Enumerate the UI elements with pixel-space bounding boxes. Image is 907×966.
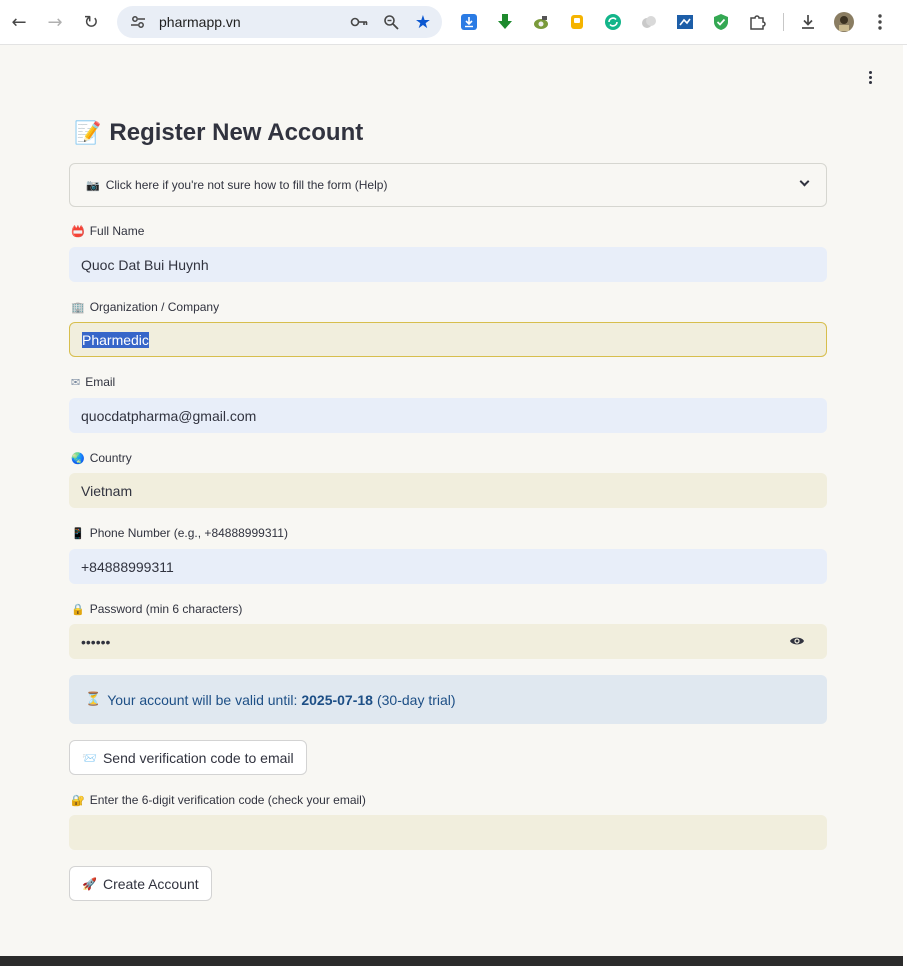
phone-value: +84888999311 <box>81 558 174 575</box>
email-input[interactable]: quocdatpharma@gmail.com <box>69 398 827 433</box>
key-icon[interactable] <box>350 13 368 31</box>
send-code-label: Send verification code to email <box>102 749 294 766</box>
email-value: quocdatpharma@gmail.com <box>81 407 257 424</box>
app-page: 📝 Register New Account 📷 Click here if y… <box>0 45 903 956</box>
email-label-text: Email <box>85 375 116 389</box>
phone-label: 📱 Phone Number (e.g., +84888999311) <box>71 526 288 540</box>
full-name-input[interactable]: Quoc Dat Bui Huynh <box>69 247 827 282</box>
site-settings-icon[interactable] <box>129 13 147 31</box>
app-menu-icon[interactable] <box>861 68 879 86</box>
lock-icon: 🔒 <box>71 602 85 616</box>
forward-icon[interactable]: → <box>37 4 73 40</box>
verification-code-input[interactable] <box>69 815 827 850</box>
zoom-icon[interactable] <box>382 13 400 31</box>
country-label: 🌏 Country <box>71 451 132 465</box>
send-verification-code-button[interactable]: 📨 Send verification code to email <box>69 740 307 775</box>
address-bar[interactable]: pharmapp.vn ★ <box>117 6 442 38</box>
camera-extension-icon[interactable] <box>529 10 553 34</box>
page-title-text: Register New Account <box>109 119 364 146</box>
taskbar-strip <box>0 956 903 966</box>
globe-icon: 🌏 <box>71 451 85 465</box>
phone-input[interactable]: +84888999311 <box>69 549 827 584</box>
password-label-text: Password (min 6 characters) <box>89 602 243 616</box>
country-value: Vietnam <box>81 482 133 499</box>
bookmark-star-icon[interactable]: ★ <box>414 12 432 33</box>
envelope-icon: ✉ <box>71 375 81 389</box>
full-name-value: Quoc Dat Bui Huynh <box>81 256 209 273</box>
trial-validity-info: ⏳ Your account will be valid until: 2025… <box>69 675 827 724</box>
validity-prefix: Your account will be valid until: <box>107 691 298 708</box>
create-account-label: Create Account <box>102 875 199 892</box>
puzzle-extensions-icon[interactable] <box>745 10 769 34</box>
full-name-label: 📛 Full Name <box>71 224 144 238</box>
office-building-icon: 🏢 <box>71 300 85 314</box>
toolbar-separator <box>783 13 784 31</box>
reload-icon[interactable]: ↻ <box>73 4 109 40</box>
extensions-bar <box>457 10 904 34</box>
password-input[interactable]: •••••• <box>69 624 827 659</box>
yellow-clip-extension-icon[interactable] <box>565 10 589 34</box>
shield-extension-icon[interactable] <box>709 10 733 34</box>
window-edge <box>903 45 907 966</box>
screenshot-extension-icon[interactable] <box>673 10 697 34</box>
organization-input[interactable]: Pharmedic <box>69 322 827 357</box>
memo-icon: 📝 <box>74 120 102 146</box>
downloads-icon[interactable] <box>796 10 820 34</box>
validity-date: 2025-07-18 <box>301 691 373 708</box>
chrome-menu-icon[interactable] <box>868 10 892 34</box>
mobile-phone-icon: 📱 <box>71 526 85 540</box>
camera-icon: 📷 <box>86 179 100 192</box>
help-expander-label: Click here if you're not sure how to fil… <box>105 178 388 192</box>
phone-label-text: Phone Number (e.g., +84888999311) <box>89 526 288 540</box>
organization-value: Pharmedic <box>82 331 149 348</box>
hourglass-icon: ⏳ <box>85 692 102 707</box>
green-arrow-extension-icon[interactable] <box>493 10 517 34</box>
password-label: 🔒 Password (min 6 characters) <box>71 602 242 616</box>
lock-with-key-icon: 🔐 <box>71 793 85 807</box>
password-value: •••••• <box>81 633 111 650</box>
chevron-down-icon <box>799 176 810 187</box>
organization-label-text: Organization / Company <box>89 300 220 314</box>
back-icon[interactable]: ← <box>1 4 37 40</box>
download-arrow-extension-icon[interactable] <box>457 10 481 34</box>
help-expander[interactable]: 📷 Click here if you're not sure how to f… <box>69 163 827 207</box>
name-badge-icon: 📛 <box>71 224 85 238</box>
browser-toolbar: ← → ↻ pharmapp.vn ★ <box>0 0 907 45</box>
validity-suffix: (30-day trial) <box>376 691 456 708</box>
country-label-text: Country <box>89 451 132 465</box>
full-name-label-text: Full Name <box>89 224 145 238</box>
create-account-button[interactable]: 🚀 Create Account <box>69 866 212 901</box>
cloud-extension-icon[interactable] <box>637 10 661 34</box>
show-password-eye-icon[interactable] <box>789 634 805 648</box>
email-label: ✉ Email <box>71 375 115 389</box>
profile-avatar[interactable] <box>832 10 856 34</box>
rocket-icon: 🚀 <box>82 876 97 891</box>
page-title: 📝 Register New Account <box>74 119 363 147</box>
organization-label: 🏢 Organization / Company <box>71 300 219 314</box>
verification-code-label-text: Enter the 6-digit verification code (che… <box>89 793 366 807</box>
verification-code-label: 🔐 Enter the 6-digit verification code (c… <box>71 793 366 807</box>
country-input[interactable]: Vietnam <box>69 473 827 508</box>
incoming-envelope-icon: 📨 <box>82 750 97 765</box>
url-text[interactable]: pharmapp.vn <box>159 14 241 30</box>
refresh-extension-icon[interactable] <box>601 10 625 34</box>
